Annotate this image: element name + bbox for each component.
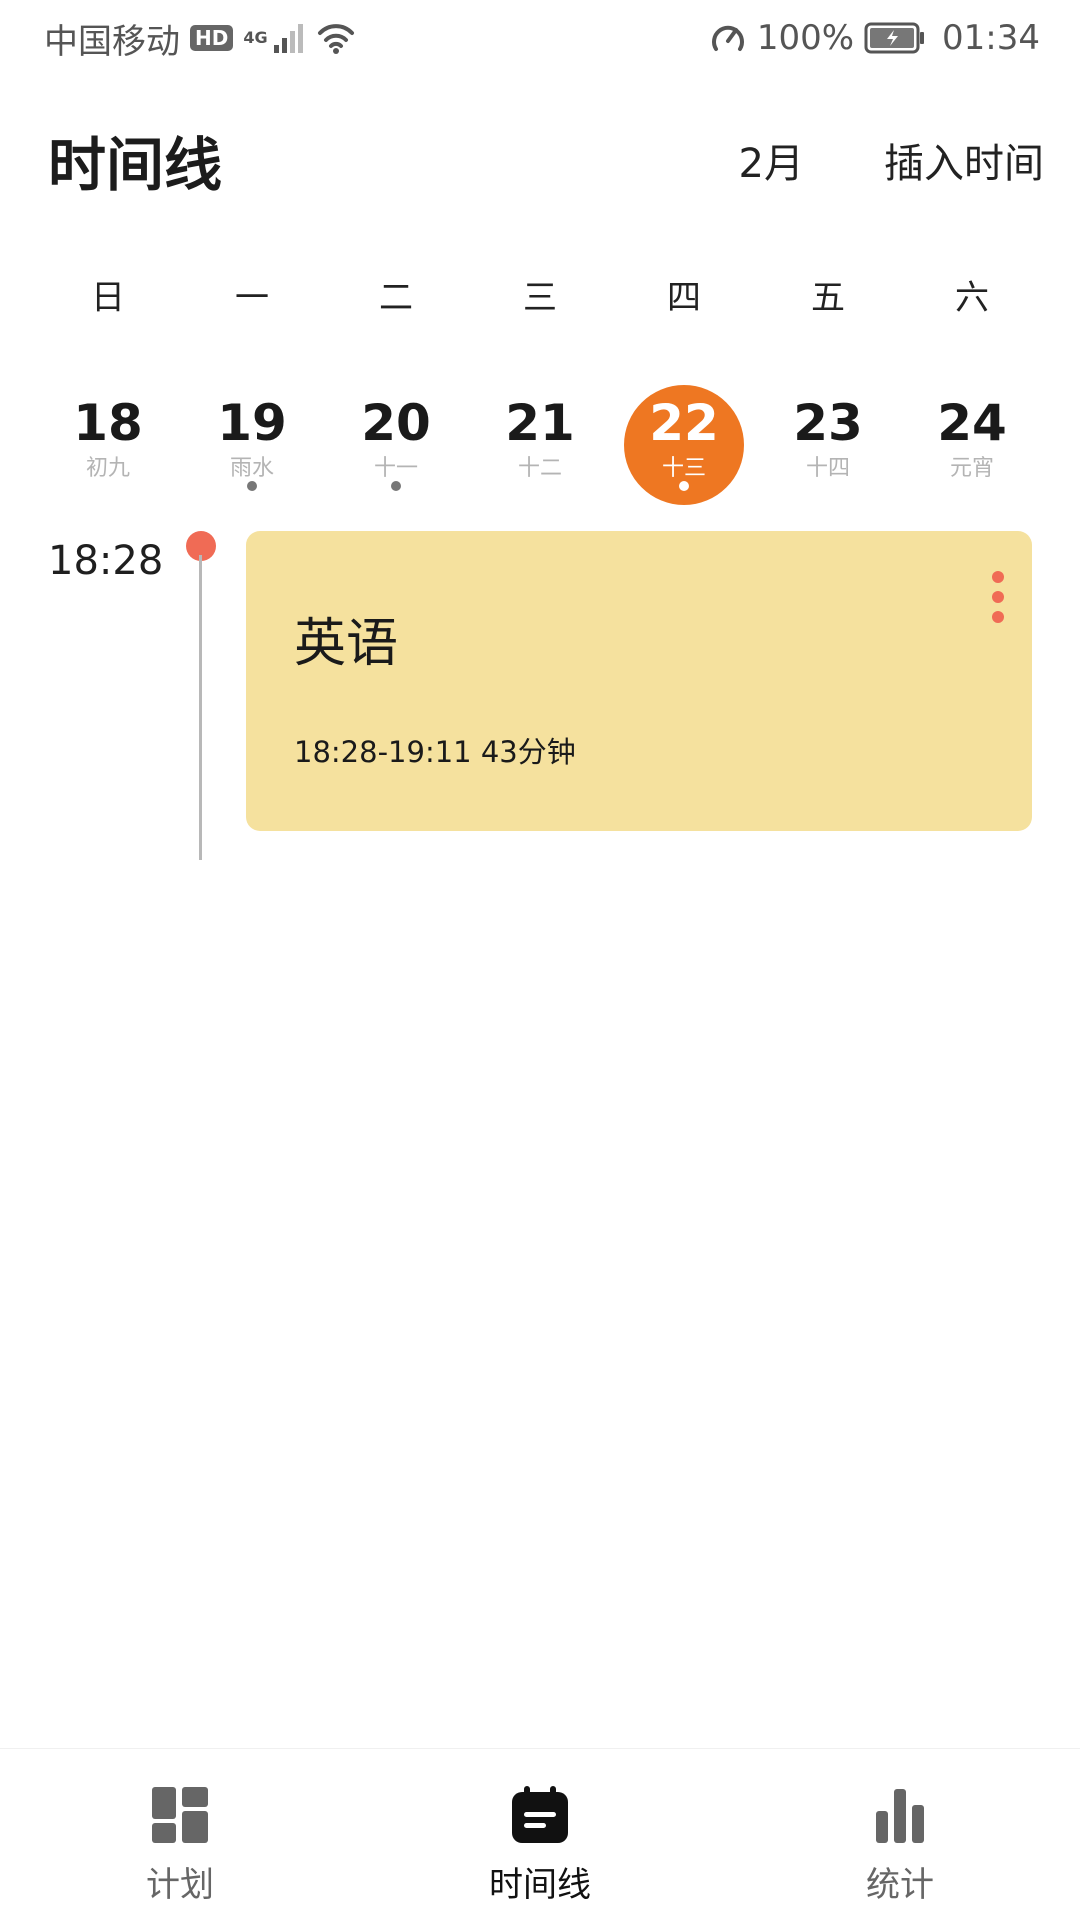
more-dot bbox=[992, 571, 1004, 583]
date-number: 24 bbox=[937, 394, 1007, 452]
battery-percent: 100% bbox=[756, 18, 855, 58]
page-title: 时间线 bbox=[48, 131, 223, 199]
timeline-screen: 中国移动 HD 4G 100% 01:34 时间线 2月 插入时间 日 一 二 … bbox=[0, 0, 1080, 1920]
weekday-label: 二 bbox=[379, 278, 413, 318]
nav-label: 时间线 bbox=[489, 1865, 591, 1905]
calendar-icon bbox=[512, 1786, 568, 1843]
date-cell[interactable]: 18 初九 bbox=[36, 385, 180, 510]
event-title: 英语 bbox=[294, 614, 399, 674]
weekday-label: 日 bbox=[91, 278, 125, 318]
carrier-name: 中国移动 bbox=[44, 21, 180, 62]
nav-item-statistics[interactable]: 统计 bbox=[720, 1749, 1080, 1920]
more-dot bbox=[992, 611, 1004, 623]
nav-item-timeline[interactable]: 时间线 bbox=[360, 1749, 720, 1920]
date-cell[interactable]: 19 雨水 bbox=[180, 385, 324, 510]
date-circle: 24 元宵 bbox=[912, 385, 1032, 505]
lunar-label: 十四 bbox=[805, 456, 850, 481]
date-circle: 23 十四 bbox=[768, 385, 888, 505]
hd-badge: HD bbox=[190, 25, 234, 51]
date-number: 23 bbox=[793, 394, 863, 452]
date-circle: 20 十一 bbox=[336, 385, 456, 505]
event-indicator-dot bbox=[679, 481, 689, 491]
lunar-label: 十三 bbox=[661, 456, 706, 481]
weekday-label: 四 bbox=[667, 278, 701, 318]
weekday-label: 一 bbox=[235, 278, 269, 318]
date-cell-selected[interactable]: 22 十三 bbox=[612, 385, 756, 510]
timeline-start-time: 18:28 bbox=[48, 538, 164, 584]
date-cell[interactable]: 23 十四 bbox=[756, 385, 900, 510]
lunar-label: 雨水 bbox=[229, 456, 274, 481]
date-circle: 21 十二 bbox=[480, 385, 600, 505]
wifi-icon bbox=[317, 24, 354, 54]
more-dot bbox=[992, 591, 1004, 603]
event-duration: 18:28-19:11 43分钟 bbox=[294, 735, 576, 769]
date-circle: 19 雨水 bbox=[192, 385, 312, 505]
nav-item-plan[interactable]: 计划 bbox=[0, 1749, 360, 1920]
more-options-icon[interactable] bbox=[990, 571, 1006, 623]
weekday-label: 五 bbox=[811, 278, 845, 318]
battery-charging-icon bbox=[864, 22, 925, 54]
weekday-row: 日 一 二 三 四 五 六 bbox=[36, 270, 1044, 334]
date-circle: 18 初九 bbox=[48, 385, 168, 505]
status-left: 中国移动 HD 4G bbox=[44, 14, 356, 63]
date-cell[interactable]: 24 元宵 bbox=[900, 385, 1044, 510]
bar-chart-icon bbox=[876, 1789, 924, 1843]
date-row: 18 初九 19 雨水 20 十一 21 十二 22 十三 23 十四 24 元… bbox=[36, 385, 1044, 510]
date-cell[interactable]: 21 十二 bbox=[468, 385, 612, 510]
date-cell[interactable]: 20 十一 bbox=[324, 385, 468, 510]
dashboard-icon bbox=[152, 1787, 208, 1843]
weekday-label: 三 bbox=[523, 278, 557, 318]
status-right: 100% 01:34 bbox=[709, 18, 1040, 58]
selected-date-circle: 22 十三 bbox=[624, 385, 744, 505]
lunar-label: 十一 bbox=[373, 456, 418, 481]
date-number: 18 bbox=[73, 394, 143, 452]
event-indicator-dot bbox=[391, 481, 401, 491]
speed-meter-icon bbox=[711, 25, 744, 51]
month-selector[interactable]: 2月 bbox=[739, 131, 804, 189]
weekday-label: 六 bbox=[955, 278, 989, 318]
date-number: 20 bbox=[361, 394, 431, 452]
insert-time-button[interactable]: 插入时间 bbox=[884, 131, 1044, 189]
lunar-label: 初九 bbox=[85, 456, 130, 481]
signal-icon bbox=[273, 24, 303, 53]
timeline-line bbox=[199, 555, 202, 860]
nav-label: 统计 bbox=[866, 1865, 934, 1905]
lunar-label: 十二 bbox=[517, 456, 562, 481]
lunar-label: 元宵 bbox=[949, 456, 994, 481]
date-number: 21 bbox=[505, 394, 575, 452]
app-header: 时间线 2月 插入时间 bbox=[0, 110, 1080, 210]
nav-label: 计划 bbox=[146, 1865, 214, 1905]
clock: 01:34 bbox=[942, 18, 1040, 58]
event-indicator-dot bbox=[247, 481, 257, 491]
event-card[interactable]: 英语 18:28-19:11 43分钟 bbox=[246, 531, 1032, 831]
date-number: 22 bbox=[649, 394, 719, 452]
network-type: 4G bbox=[243, 27, 268, 47]
date-number: 19 bbox=[217, 394, 287, 452]
bottom-navigation: 计划 时间线 统计 bbox=[0, 1748, 1080, 1920]
status-bar: 中国移动 HD 4G 100% 01:34 bbox=[0, 0, 1080, 76]
